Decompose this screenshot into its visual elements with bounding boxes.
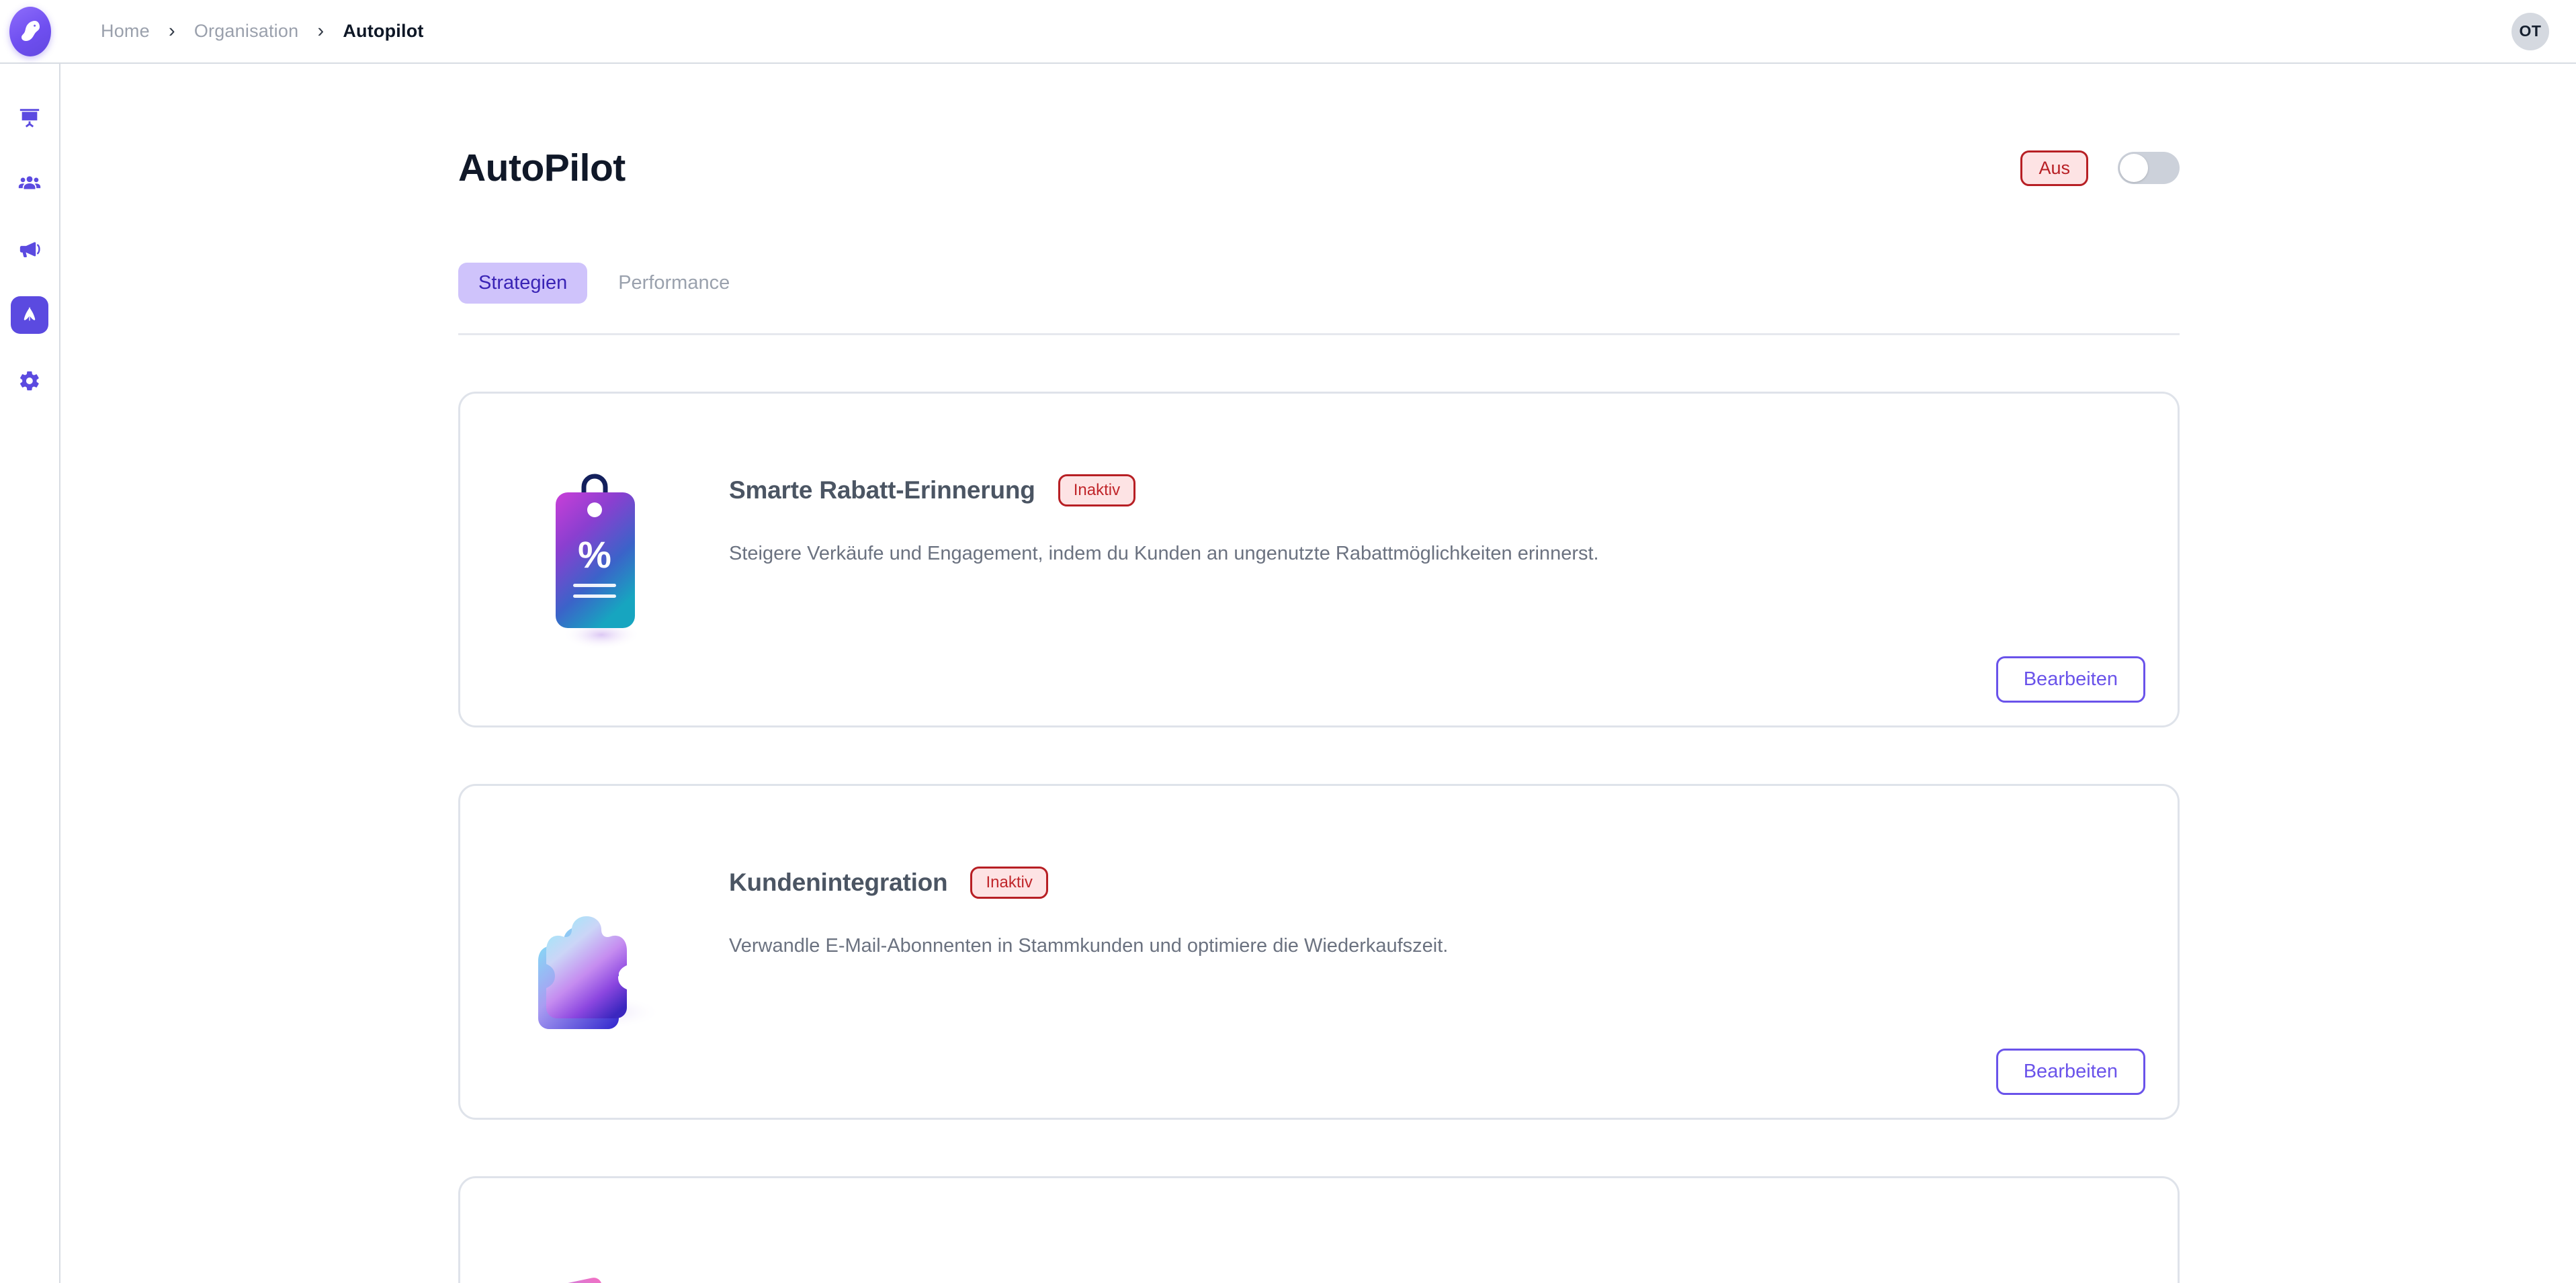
card-actions: Bearbeiten (1995, 656, 2145, 703)
page-header: AutoPilot Aus (458, 65, 2180, 190)
status-badge: Aus (2020, 150, 2088, 186)
sidebar-item-customers[interactable] (11, 165, 48, 202)
users-group-icon (18, 172, 41, 195)
card-body: Kundenintegration Inaktiv Verwandle E-Ma… (729, 786, 2178, 1118)
page-title: AutoPilot (458, 146, 626, 189)
eagle-logo-icon (9, 6, 51, 56)
tab-bar: Strategien Performance (458, 263, 2180, 304)
card-illustration: % (460, 394, 729, 725)
sidebar (0, 64, 60, 1283)
app-logo[interactable] (0, 0, 60, 63)
edit-button[interactable]: Bearbeiten (1995, 656, 2145, 703)
autopilot-wings-icon (18, 304, 41, 326)
sidebar-item-settings[interactable] (11, 362, 48, 400)
card-title: Kundenintegration (729, 869, 948, 896)
card-description: Verwandle E-Mail-Abonnenten in Stammkund… (729, 935, 1449, 957)
breadcrumb-item-autopilot: Autopilot (343, 21, 424, 41)
avatar[interactable]: OT (2511, 12, 2549, 50)
strategy-card[interactable]: % Smarte Rabatt-Erinnerung Inaktiv Steig… (458, 392, 2180, 727)
card-description: Steigere Verkäufe und Engagement, indem … (729, 543, 1599, 564)
breadcrumb-item-organisation[interactable]: Organisation (194, 21, 299, 42)
tabs-divider (458, 333, 2180, 335)
chevron-right-icon: › (317, 20, 325, 42)
autopilot-toggle[interactable] (2118, 152, 2180, 184)
breadcrumb: Home › Organisation › Autopilot (101, 0, 424, 63)
toggle-knob (2120, 154, 2148, 182)
card-header: Kundenintegration Inaktiv (729, 867, 2124, 899)
sidebar-item-autopilot[interactable] (11, 296, 48, 334)
svg-text:%: % (578, 533, 611, 576)
discount-tag-illustration: % (534, 466, 655, 654)
edit-button[interactable]: Bearbeiten (1995, 1049, 2145, 1095)
card-status-badge: Inaktiv (1058, 474, 1136, 506)
tab-performance[interactable]: Performance (598, 263, 750, 304)
chevron-right-icon: › (168, 20, 175, 42)
puzzle-piece-illustration (494, 851, 695, 1053)
card-status-badge: Inaktiv (970, 867, 1048, 899)
card-actions: Bearbeiten (1995, 1049, 2145, 1095)
sidebar-item-campaigns[interactable] (11, 230, 48, 268)
tab-strategien[interactable]: Strategien (458, 263, 588, 304)
card-title: Smarte Rabatt-Erinnerung (729, 476, 1035, 504)
page-header-controls: Aus (2020, 150, 2180, 186)
megaphone-icon (18, 238, 41, 261)
sidebar-item-dashboard[interactable] (11, 99, 48, 136)
gear-icon (18, 369, 41, 392)
strategy-card[interactable]: Warenkorb steigern nach Kauf Inaktiv (458, 1176, 2180, 1283)
strategy-card[interactable]: Kundenintegration Inaktiv Verwandle E-Ma… (458, 784, 2180, 1120)
card-illustration (460, 786, 729, 1118)
main-content: AutoPilot Aus Strategien Performance % S… (62, 65, 2576, 1283)
shopping-basket-illustration (494, 1216, 695, 1283)
presentation-chart-icon (18, 106, 41, 129)
top-bar: Home › Organisation › Autopilot OT (0, 0, 2576, 64)
breadcrumb-item-home[interactable]: Home (101, 21, 150, 42)
card-illustration (460, 1178, 729, 1283)
card-body: Warenkorb steigern nach Kauf Inaktiv (729, 1178, 2178, 1283)
card-body: Smarte Rabatt-Erinnerung Inaktiv Steiger… (729, 394, 2178, 725)
card-header: Smarte Rabatt-Erinnerung Inaktiv (729, 474, 2124, 506)
